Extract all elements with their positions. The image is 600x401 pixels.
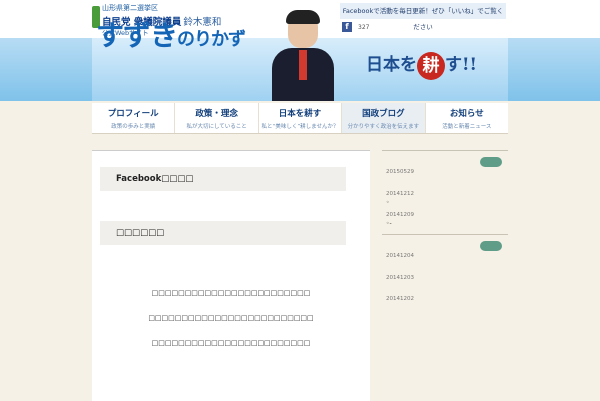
portrait-tie bbox=[299, 50, 307, 80]
nav-sublabel: 活動と新着ニュース bbox=[442, 124, 492, 130]
facebook-banner[interactable]: Facebookで活動を毎日更新！ぜひ「いいね」でご覧ください bbox=[340, 3, 506, 31]
nav-item-blog[interactable]: 国政ブログ 分かりやすく政治を伝えます bbox=[342, 103, 426, 133]
nav-label: プロフィール bbox=[107, 109, 159, 119]
candidate-portrait bbox=[268, 10, 338, 101]
hero-title-sub: のりかず bbox=[177, 29, 246, 50]
facebook-icon[interactable]: f bbox=[342, 22, 352, 32]
second-section-title: □□□□□□ bbox=[100, 221, 346, 245]
sidebar-box-archive: 20141204 20141203 20141202 bbox=[382, 234, 508, 325]
sidebar-box-recent: 20150529 20141212 ◦ 20141209 ◦- bbox=[382, 150, 508, 233]
nav-item-cultivate[interactable]: 日本を耕す 私と“美味しく”耕しませんか？ bbox=[259, 103, 343, 133]
sidebar-tab-button[interactable] bbox=[480, 241, 502, 251]
main-content: Facebook□□□□ □□□□□□ □□□□□□□□□□□□□□□□□□□□… bbox=[92, 150, 370, 401]
nav-item-news[interactable]: お知らせ 活動と新着ニュース bbox=[426, 103, 508, 133]
main-nav: プロフィール 政策の歩みと実績 政策・理念 私が大切にしていること 日本を耕す … bbox=[92, 103, 508, 134]
nav-label: 日本を耕す bbox=[278, 109, 322, 119]
facebook-like-count: 327 bbox=[358, 23, 370, 31]
nav-item-profile[interactable]: プロフィール 政策の歩みと実績 bbox=[92, 103, 176, 133]
nav-sublabel: 私と“美味しく”耕しませんか？ bbox=[261, 124, 339, 130]
hero-title: すずきのりかず bbox=[96, 14, 246, 54]
sidebar-bullet[interactable]: ◦- bbox=[386, 220, 392, 227]
body-text-line: □□□□□□□□□□□□□□□□□□□□□□□□ bbox=[151, 289, 311, 297]
sidebar: 20150529 20141212 ◦ 20141209 ◦- 20141204… bbox=[382, 150, 508, 330]
district-label: 山形県第二選挙区 bbox=[102, 4, 158, 12]
body-text-line: □□□□□□□□□□□□□□□□□□□□□□□□□ bbox=[148, 314, 314, 322]
nav-label: 政策・理念 bbox=[195, 109, 238, 119]
hero-title-main: すずき bbox=[96, 19, 178, 52]
facebook-section-title: Facebook□□□□ bbox=[100, 167, 346, 191]
nav-sublabel: 政策の歩みと実績 bbox=[111, 124, 156, 130]
hero-slogan: 日本を耕す!! bbox=[366, 50, 477, 80]
nav-label: お知らせ bbox=[449, 109, 484, 119]
nav-item-policy[interactable]: 政策・理念 私が大切にしていること bbox=[175, 103, 259, 133]
sidebar-date[interactable]: 20141202 bbox=[386, 296, 414, 302]
nav-label: 国政ブログ bbox=[362, 109, 405, 119]
sidebar-tab-button[interactable] bbox=[480, 157, 502, 167]
sidebar-bullet[interactable]: ◦ bbox=[386, 199, 390, 206]
body-text-line: □□□□□□□□□□□□□□□□□□□□□□□□ bbox=[151, 339, 311, 347]
sidebar-date[interactable]: 20141209 bbox=[386, 212, 414, 218]
slogan-left: 日本を bbox=[366, 55, 417, 75]
sidebar-date[interactable]: 20150529 bbox=[386, 169, 414, 175]
slogan-seal: 耕 bbox=[417, 51, 445, 80]
slogan-right: す!! bbox=[445, 55, 477, 75]
nav-sublabel: 私が大切にしていること bbox=[186, 124, 247, 130]
sidebar-date[interactable]: 20141204 bbox=[386, 253, 414, 259]
facebook-like-widget[interactable]: f 327 bbox=[342, 21, 369, 33]
sidebar-date[interactable]: 20141203 bbox=[386, 275, 414, 281]
nav-sublabel: 分かりやすく政治を伝えます bbox=[347, 124, 420, 130]
portrait-hair bbox=[286, 10, 320, 24]
sidebar-date[interactable]: 20141212 bbox=[386, 191, 414, 197]
